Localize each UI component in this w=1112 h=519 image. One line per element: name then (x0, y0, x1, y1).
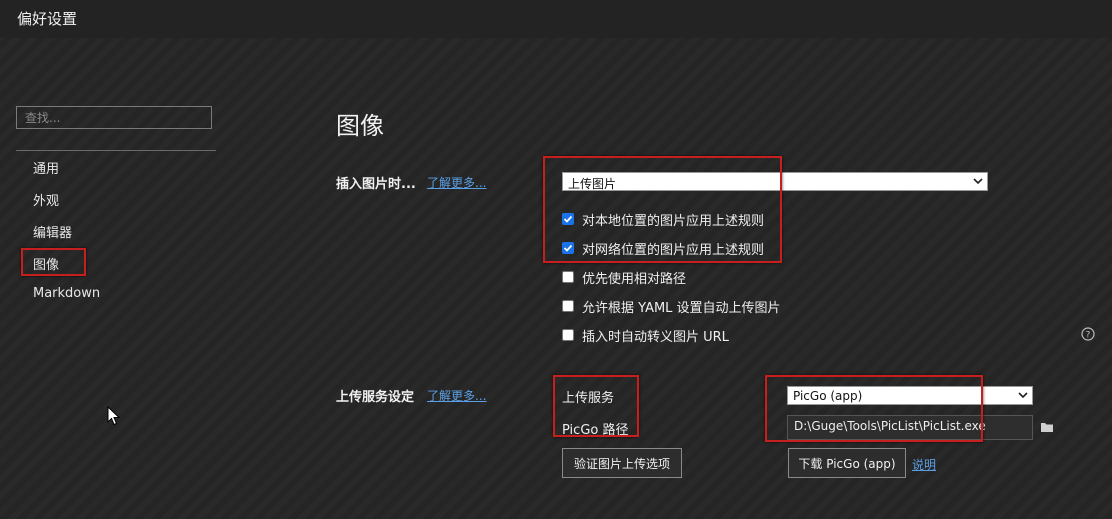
verify-upload-button[interactable]: 验证图片上传选项 (562, 448, 682, 478)
sidebar-item-appearance[interactable]: 外观 (33, 190, 59, 209)
checkbox-network-images-label: 对网络位置的图片应用上述规则 (582, 243, 765, 258)
checkbox-local-images-label: 对本地位置的图片应用上述规则 (582, 214, 765, 229)
upload-service-value: PicGo (app) (793, 389, 863, 403)
page-title: 图像 (336, 112, 384, 140)
sidebar-item-editor[interactable]: 编辑器 (33, 222, 72, 241)
folder-icon[interactable] (1040, 421, 1054, 433)
checkbox-yaml-upload-label: 允许根据 YAML 设置自动上传图片 (582, 301, 781, 316)
sidebar-divider (16, 150, 216, 151)
window-title: 偏好设置 (17, 10, 78, 28)
checkbox-relative-path-label: 优先使用相对路径 (582, 272, 687, 287)
checkbox-escape-url-label: 插入时自动转义图片 URL (582, 330, 729, 345)
upload-service-select[interactable]: PicGo (app) (787, 386, 1033, 405)
question-circle-icon[interactable]: ? (1081, 327, 1095, 341)
checkmark-icon (563, 215, 573, 223)
checkbox-yaml-upload[interactable] (562, 300, 574, 312)
checkbox-relative-path[interactable] (562, 271, 574, 283)
learn-more-link-upload[interactable]: 了解更多... (427, 387, 486, 404)
picgo-path-label: PicGo 路径 (562, 423, 629, 438)
insert-action-select[interactable]: 上传图片 (562, 172, 988, 191)
upload-service-label: 上传服务 (562, 391, 615, 406)
checkbox-escape-url[interactable] (562, 329, 574, 341)
checkbox-network-images[interactable] (562, 242, 574, 254)
chevron-down-icon (973, 178, 983, 185)
mouse-cursor-icon (107, 406, 120, 426)
learn-more-link-insert[interactable]: 了解更多... (427, 174, 486, 191)
chevron-down-icon (1018, 392, 1028, 399)
sidebar-item-general[interactable]: 通用 (33, 158, 59, 177)
explain-link[interactable]: 说明 (912, 456, 936, 473)
insert-action-value: 上传图片 (568, 177, 617, 191)
upload-settings-label: 上传服务设定 (336, 390, 415, 405)
svg-text:?: ? (1086, 331, 1091, 341)
sidebar-item-markdown[interactable]: Markdown (33, 286, 100, 301)
title-bar: 偏好设置 (0, 0, 1112, 38)
insert-image-label: 插入图片时... (336, 177, 416, 192)
search-input[interactable] (16, 106, 212, 129)
picgo-path-value: D:\Guge\Tools\PicList\PicList.exe (794, 419, 986, 433)
sidebar-item-image[interactable]: 图像 (33, 254, 59, 273)
picgo-path-input[interactable]: D:\Guge\Tools\PicList\PicList.exe (787, 415, 1033, 440)
checkmark-icon (563, 244, 573, 252)
download-picgo-button[interactable]: 下载 PicGo (app) (788, 448, 906, 478)
checkbox-local-images[interactable] (562, 213, 574, 225)
